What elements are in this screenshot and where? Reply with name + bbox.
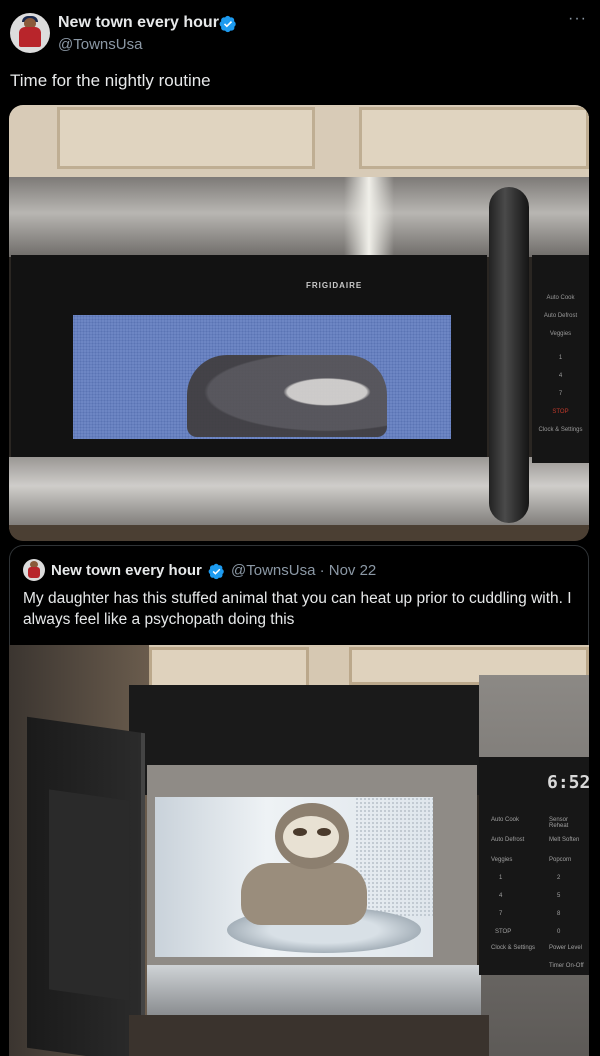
panel-label: Sensor Reheat (549, 817, 569, 829)
panel-label: 2 (557, 875, 561, 881)
panel-label: 4 (499, 893, 503, 899)
quoted-photo-microwave-open[interactable]: 6:52 Auto Cook Sensor Reheat Auto Defros… (9, 645, 589, 1056)
panel-label: Veggies (491, 857, 513, 863)
panel-label: Clock & Settings (538, 427, 583, 433)
more-options-icon[interactable]: ··· (568, 10, 587, 28)
panel-label: Auto Cook (491, 817, 520, 823)
panel-label: Auto Cook (546, 295, 575, 301)
panel-label: 1 (499, 875, 503, 881)
microwave-handle (489, 187, 529, 523)
author-display-name[interactable]: New town every hour (58, 14, 219, 32)
panel-label: 4 (558, 373, 563, 379)
cabinet-door (57, 107, 315, 169)
stuffed-sloth-body (241, 863, 367, 925)
microwave-front-lip (147, 965, 481, 1015)
author-handle[interactable]: @TownsUsa (58, 36, 142, 53)
quoted-tweet[interactable]: New town every hour @TownsUsa · Nov 22 M… (9, 545, 589, 645)
panel-label: 5 (557, 893, 561, 899)
tweet-photo-microwave-closed[interactable]: FRIGIDAIRE Auto Cook Auto Defrost Veggie… (9, 105, 589, 541)
avatar-shirt (19, 27, 41, 47)
door-window (49, 789, 129, 1001)
panel-label: 8 (557, 911, 561, 917)
stuffed-sloth-face (283, 816, 339, 858)
brand-label: FRIGIDAIRE (306, 281, 363, 290)
verified-badge-icon (208, 563, 224, 580)
control-panel: Auto Cook Auto Defrost Veggies 1 4 7 STO… (532, 255, 589, 463)
panel-label: 7 (499, 911, 503, 917)
verified-badge-icon (219, 15, 236, 33)
panel-label: Auto Defrost (543, 313, 578, 319)
cabinet-door (359, 107, 589, 169)
panel-label: Veggies (549, 331, 572, 337)
panel-label: 0 (557, 929, 561, 935)
panel-label: STOP (495, 929, 512, 935)
panel-label: Melt Soften (549, 837, 580, 843)
sloth-eye-patch (317, 828, 331, 836)
panel-label: Timer On-Off (549, 963, 584, 969)
avatar-shirt (28, 567, 40, 578)
panel-label: 7 (558, 391, 563, 397)
sloth-eye-patch (293, 828, 307, 836)
countertop (129, 1015, 489, 1056)
quoted-author-avatar (23, 559, 45, 581)
panel-label: Clock & Settings (491, 945, 536, 951)
panel-label: Popcorn (549, 857, 572, 863)
quoted-author-display-name: New town every hour (51, 562, 202, 579)
quoted-tweet-text: My daughter has this stuffed animal that… (23, 590, 572, 628)
steel-reflection (344, 177, 394, 257)
panel-label: Auto Defrost (491, 837, 525, 843)
clock-display: 6:52 (547, 772, 589, 793)
countertop (9, 525, 589, 541)
panel-label: STOP (552, 409, 569, 415)
panel-label: 1 (558, 355, 563, 361)
tweet-header: New town every hour @TownsUsa ··· (0, 0, 600, 64)
tweet-text: Time for the nightly routine (10, 71, 211, 90)
stuffed-sloth-through-window (187, 355, 387, 437)
quoted-handle-and-date: @TownsUsa · Nov 22 (231, 562, 377, 579)
panel-label: Power Level (549, 945, 583, 951)
author-avatar[interactable] (10, 13, 50, 53)
